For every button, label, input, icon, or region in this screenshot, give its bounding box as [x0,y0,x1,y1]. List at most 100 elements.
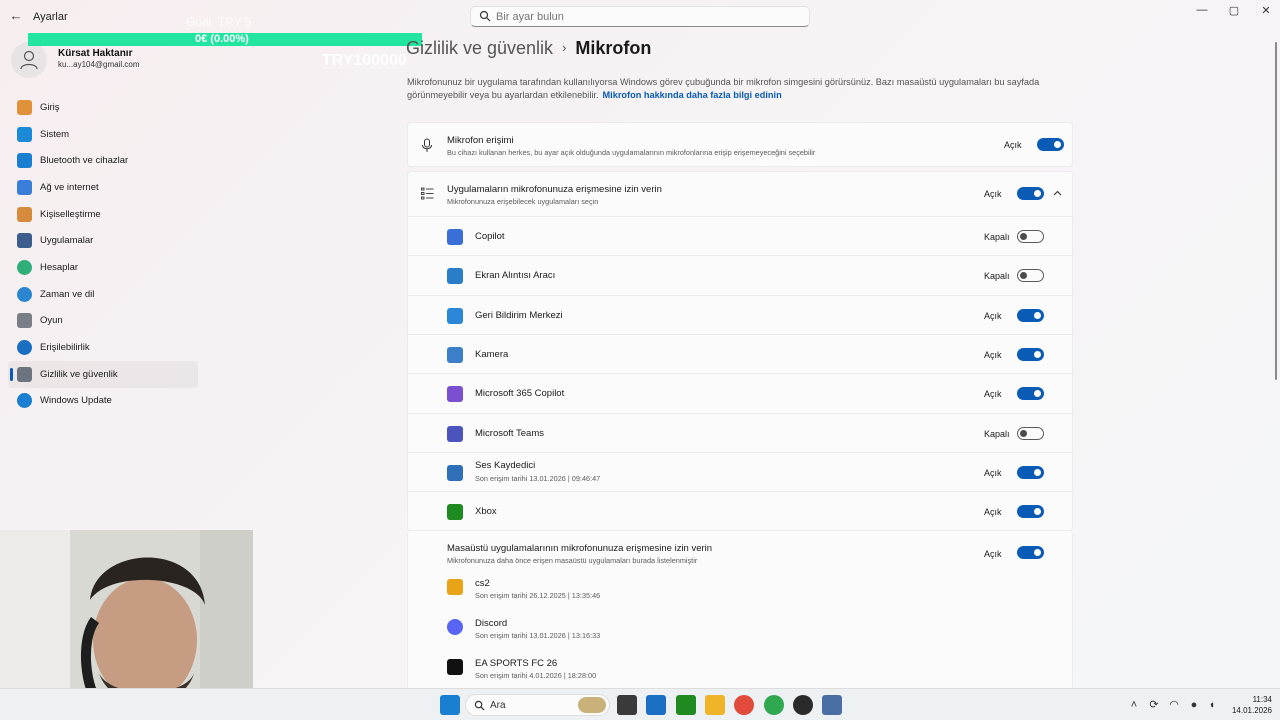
ea-fc-icon [447,659,463,675]
microphone-access-card: Mikrofon erişimi Bu cihazı kullanan herk… [407,122,1073,167]
app-row: Ekran Alıntısı Aracı Kapalı [408,255,1074,294]
app-toggle[interactable] [1017,308,1044,322]
chevron-up-icon[interactable] [1053,190,1062,196]
app-state: Açık [984,389,1002,400]
desktop-access-toggle[interactable] [1017,546,1044,559]
microphone-access-state: Açık [1004,140,1022,150]
sidebar-item-gaming[interactable]: Oyun [8,308,198,335]
search-icon [474,700,485,711]
app-last-access: Son erişim tarihi 13.01.2026 | 09:46:47 [475,473,601,483]
app-row: Copilot Kapalı [408,216,1074,255]
app-toggle[interactable] [1017,505,1044,519]
avatar[interactable] [11,42,47,78]
sidebar-item-label: Uygulamalar [40,235,94,247]
sidebar-nav: Giriş Sistem Bluetooth ve cihazlar Ağ ve in… [8,94,198,414]
app-toggle[interactable] [1017,230,1044,243]
sidebar-item-accounts[interactable]: Hesaplar [8,254,198,281]
microphone-access-toggle[interactable] [1037,138,1064,151]
app-state: Açık [984,349,1002,360]
chrome-taskbar-icon[interactable] [734,695,754,715]
windows-update-icon [17,393,32,409]
microphone-access-subtitle: Bu cihazı kullanan herkes, bu ayar açık … [447,148,816,157]
minimize-button[interactable]: — [1192,4,1212,20]
taskbar-clock[interactable]: 11:34 14.01.2026 [1224,694,1272,716]
back-button[interactable]: ← [8,8,24,24]
scrollbar[interactable] [1275,42,1277,380]
chrome-profile-taskbar-icon[interactable] [764,695,784,715]
search-highlight-icon [578,697,606,713]
app-name: Xbox [475,506,497,518]
file-explorer-taskbar-icon[interactable] [705,695,725,715]
sidebar-item-label: Erişilebilirlik [40,342,90,354]
app-state: Açık [984,467,1002,478]
breadcrumb-parent[interactable]: Gizlilik ve güvenlik [406,38,553,58]
sidebar-item-label: Kişiselleştirme [40,208,101,220]
search-input[interactable] [496,9,796,25]
microphone-icon [422,138,432,152]
app-access-subtitle: Mikrofonunuza erişebilecek uygulamaları … [447,197,599,206]
sync-icon[interactable]: ⟳ [1148,699,1160,711]
obs-taskbar-icon[interactable] [793,695,813,715]
wifi-icon[interactable]: ◠ [1168,699,1180,711]
sidebar-item-brush[interactable]: Kişiselleştirme [8,201,198,228]
volume-icon[interactable]: ◖ [1206,699,1218,711]
sidebar-item-time-language[interactable]: Zaman ve dil [8,281,198,308]
sidebar-item-shield[interactable]: Gizlilik ve güvenlik [8,360,198,388]
desktop-app-last-access: Son erişim tarihi 4.01.2026 | 18:28:00 [475,671,597,680]
camera-icon [447,346,463,363]
xbox-taskbar-icon[interactable] [676,695,696,715]
brush-icon [17,206,32,222]
start-button[interactable] [440,695,460,715]
gaming-icon [17,313,32,329]
discord-icon [447,619,463,635]
sidebar-item-label: Sistem [40,128,70,140]
sidebar-item-home[interactable]: Giriş [8,94,198,121]
sidebar-item-bluetooth[interactable]: Bluetooth ve cihazlar [8,147,198,174]
maximize-button[interactable]: ▢ [1224,4,1244,20]
sidebar-item-system[interactable]: Sistem [8,121,198,148]
app-name: Kamera [475,348,509,360]
app-access-title: Uygulamaların mikrofonunuza erişmesine i… [447,184,662,195]
sidebar-item-label: Zaman ve dil [40,288,95,300]
page-description: Mikrofonunuz bir uygulama tarafından kul… [407,76,1087,101]
clock-date: 14.01.2026 [1231,706,1272,715]
app-toggle[interactable] [1017,465,1044,479]
cs2-icon [447,579,463,595]
learn-more-link[interactable]: Mikrofon hakkında daha fazla bilgi edini… [603,90,782,100]
close-button[interactable]: ✕ [1256,4,1276,20]
settings-search[interactable] [470,6,810,27]
app-toggle[interactable] [1017,347,1044,361]
app-row: Microsoft Teams Kapalı [408,412,1074,452]
sidebar-item-network[interactable]: Ağ ve internet [8,174,198,201]
accessibility-icon [17,340,32,356]
time-language-icon [17,286,32,302]
task-view-button[interactable] [617,695,637,715]
breadcrumb: Gizlilik ve güvenlik › Mikrofon [406,38,651,59]
profile-email: ku...ay104@gmail.com [58,60,140,69]
app-access-card: Uygulamaların mikrofonunuza erişmesine i… [407,171,1074,531]
app-toggle[interactable] [1017,426,1044,440]
sidebar-item-windows-update[interactable]: Windows Update [8,388,198,415]
taskbar-search[interactable]: Ara [465,694,610,716]
sidebar-item-label: Windows Update [40,395,112,407]
desktop-access-state: Açık [984,549,1002,559]
breadcrumb-separator-icon: › [562,40,567,55]
page-title: Mikrofon [575,38,652,58]
sidebar-item-label: Gizlilik ve güvenlik [40,368,118,380]
taskbar: Ara 11:34 14.01.2026 ˄ ⟳ ◠ ● ◖ [0,688,1280,720]
sidebar-item-accessibility[interactable]: Erişilebilirlik [8,334,198,361]
outlook-taskbar-icon[interactable] [646,695,666,715]
app-name: Microsoft 365 Copilot [475,388,565,400]
sidebar-item-apps[interactable]: Uygulamalar [8,227,198,254]
app-row: Kamera Açık [408,333,1074,373]
sidebar-item-label: Oyun [40,315,63,327]
accounts-icon [17,259,32,275]
copilot-icon [447,229,463,245]
app-toggle[interactable] [1017,269,1044,283]
settings-taskbar-icon[interactable] [822,695,842,715]
sidebar-item-label: Hesaplar [40,261,79,273]
microphone-tray-icon[interactable]: ● [1188,699,1200,711]
app-access-toggle[interactable] [1017,187,1044,200]
app-toggle[interactable] [1017,387,1044,401]
chevron-up-icon[interactable]: ˄ [1128,699,1140,711]
